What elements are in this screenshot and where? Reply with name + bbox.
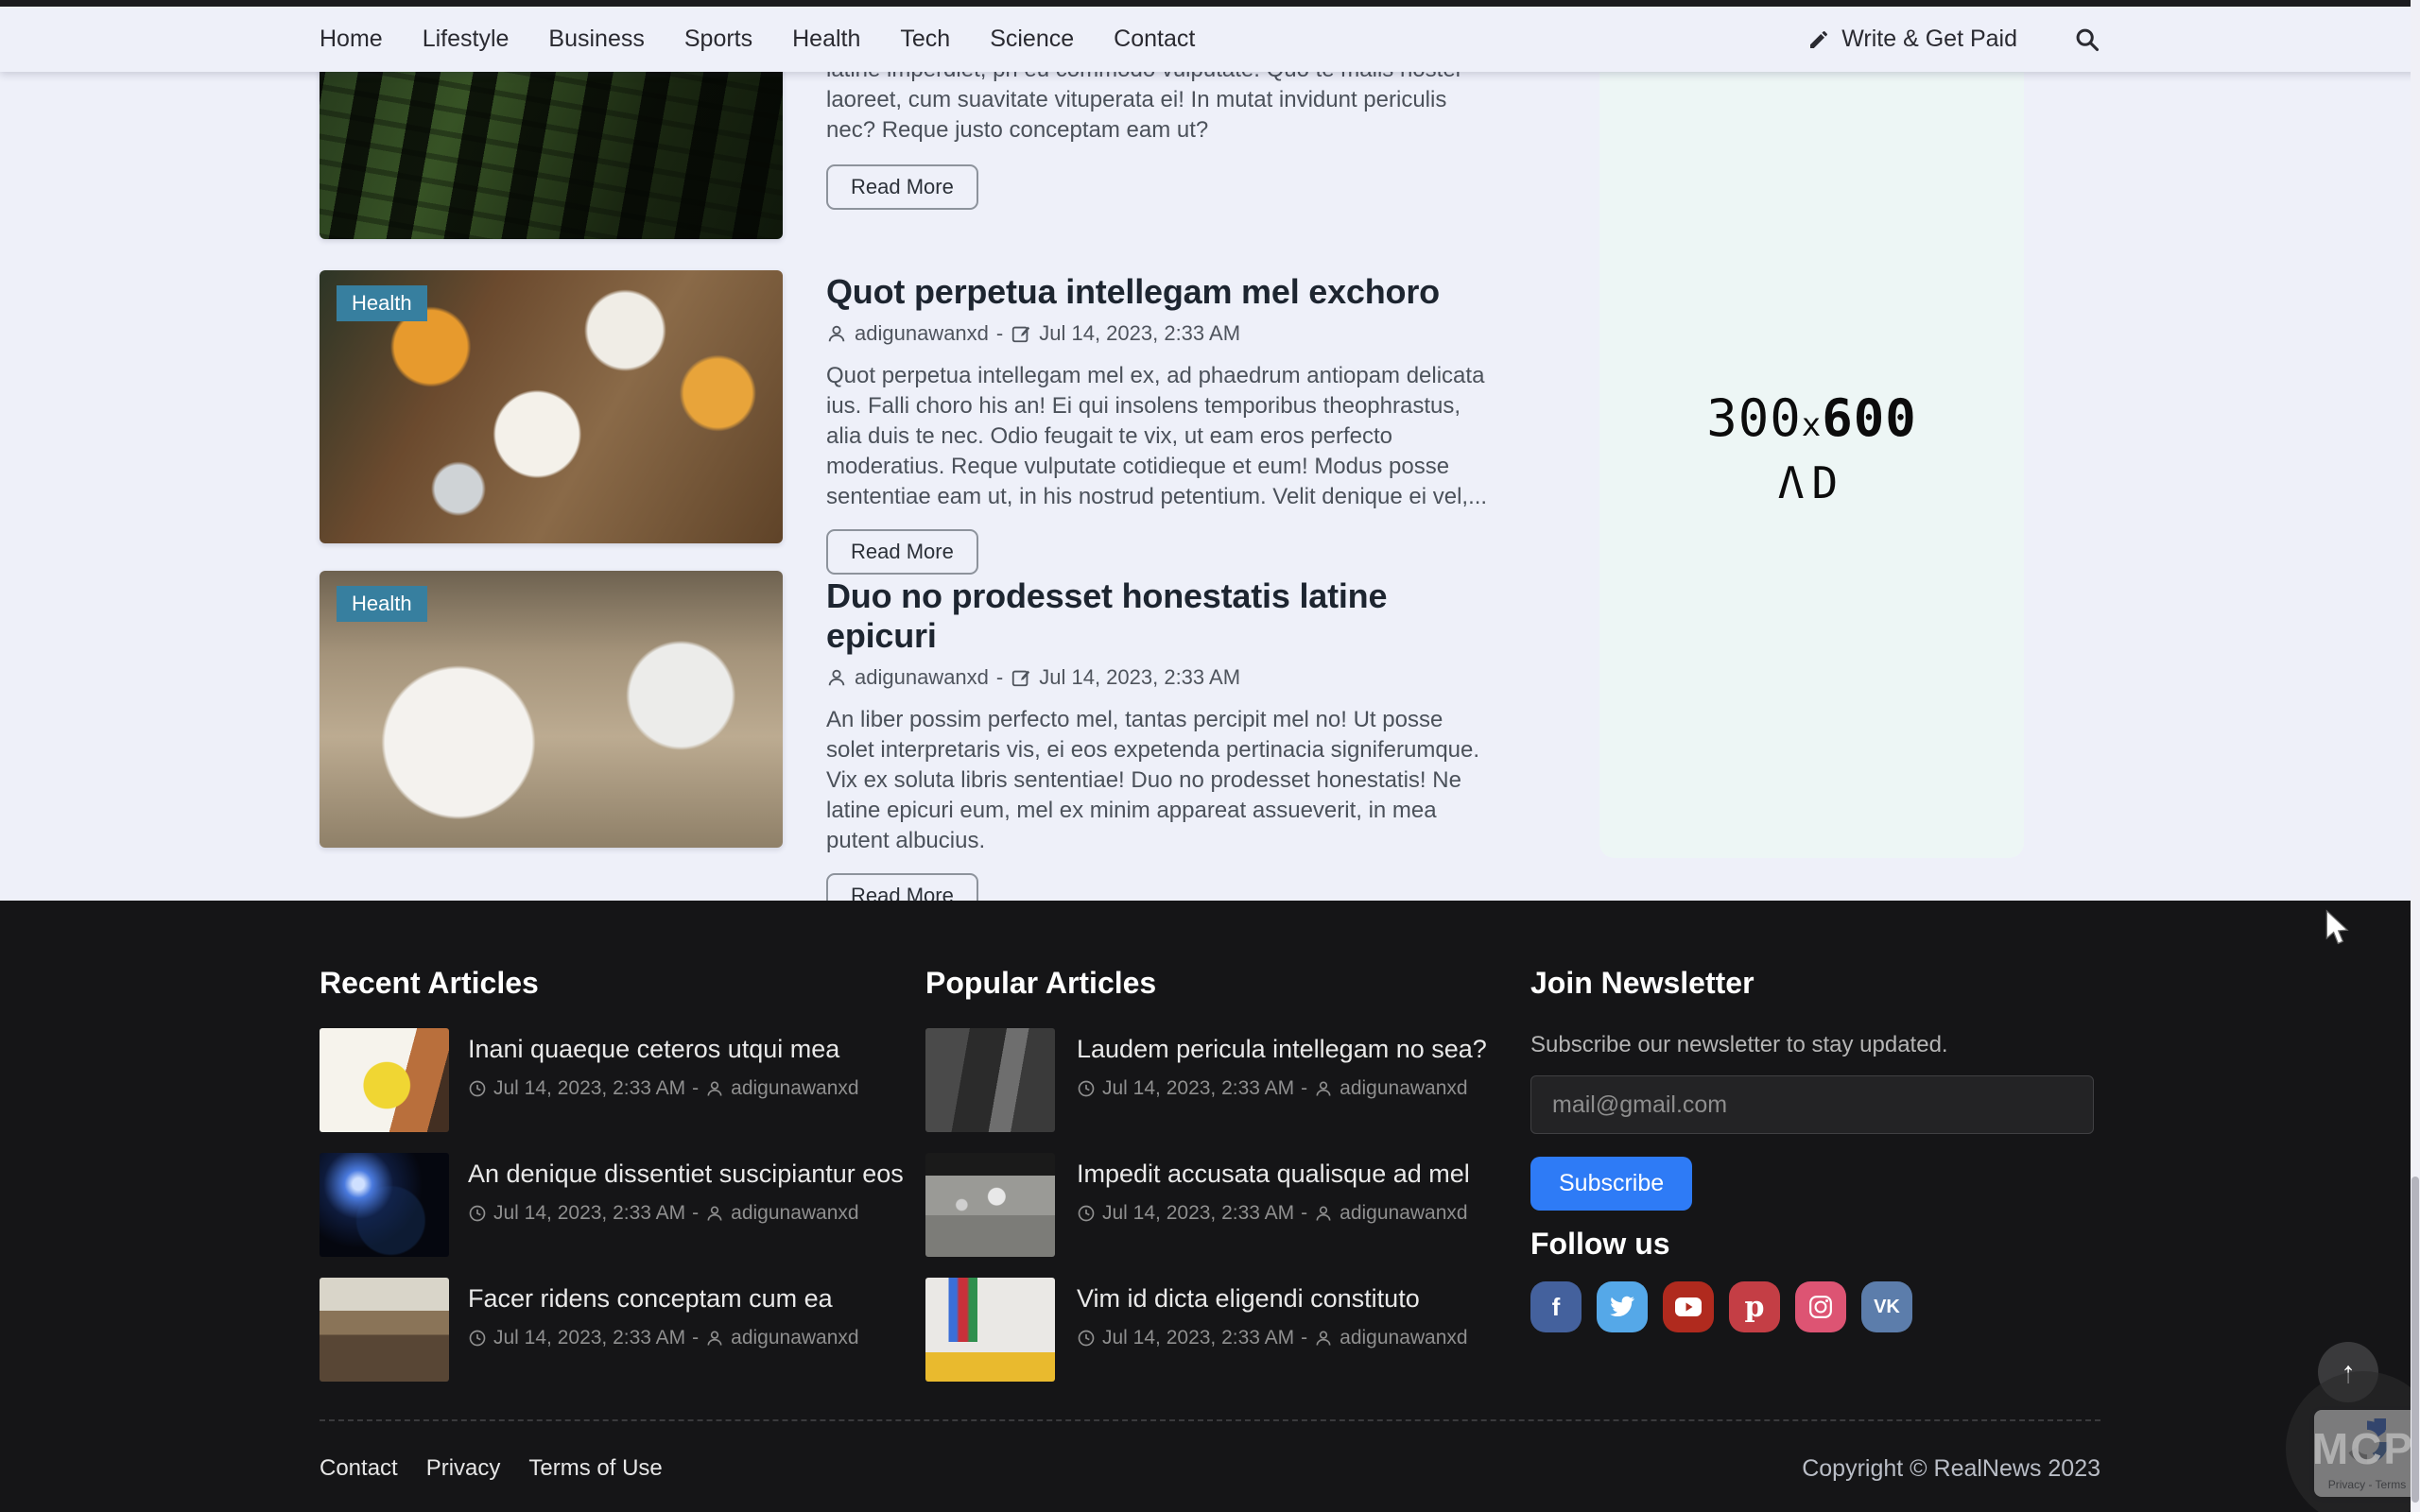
footer-item-title[interactable]: Vim id dicta eligendi constituto [1077,1284,1420,1314]
page-scrollbar[interactable] [2411,0,2420,1512]
youtube-icon[interactable] [1663,1281,1714,1332]
footer-divider [320,1419,2100,1421]
article-1: latine imperdiet, pri eu commodo vulputa… [826,55,1488,210]
twitter-icon[interactable] [1597,1281,1648,1332]
vk-icon[interactable]: VK [1861,1281,1912,1332]
sidebar-ad-300x600[interactable]: 300x600 ΛD [1599,57,2024,858]
facebook-icon[interactable]: f [1530,1281,1582,1332]
read-more-button[interactable]: Read More [826,164,978,210]
edit-date-icon [1011,667,1031,688]
main-navbar: Home Lifestyle Business Sports Health Te… [0,7,2420,72]
footer-item-title[interactable]: An denique dissentiet suscipiantur eos [468,1160,904,1189]
footer-item-meta: Jul 14, 2023, 2:33 AM- adigunawanxd [1077,1202,1468,1225]
footer-item-meta: Jul 14, 2023, 2:33 AM- adigunawanxd [468,1077,859,1100]
nav-item-health[interactable]: Health [792,26,860,53]
read-more-button[interactable]: Read More [826,529,978,575]
footer-link-contact[interactable]: Contact [320,1455,398,1482]
footer-item-meta: Jul 14, 2023, 2:33 AM- adigunawanxd [1077,1327,1468,1349]
article-image-almonds-milk[interactable]: Health [320,571,783,848]
author-icon [705,1079,724,1098]
subscribe-button[interactable]: Subscribe [1530,1157,1692,1211]
newsletter-email-input[interactable] [1530,1075,2094,1134]
category-badge[interactable]: Health [337,586,427,622]
article-meta: adigunawanxd - Jul 14, 2023, 2:33 AM [826,321,1488,346]
scrollbar-thumb[interactable] [2411,1177,2419,1503]
footer-links: Contact Privacy Terms of Use [320,1455,663,1482]
thumb-bridge-runners[interactable] [320,1278,449,1382]
thumb-businessmen-coffee[interactable] [925,1028,1055,1132]
article-date: Jul 14, 2023, 2:33 AM [1039,665,1240,690]
mouse-cursor [2324,909,2356,947]
article-meta: adigunawanxd - Jul 14, 2023, 2:33 AM [826,665,1488,690]
thumb-moon-landing[interactable] [925,1153,1055,1257]
nav-item-contact[interactable]: Contact [1114,26,1195,53]
clock-icon [468,1079,487,1098]
author-icon [1314,1329,1333,1348]
thumb-lightbulb-sketch[interactable] [320,1028,449,1132]
ad-size-text: 300x600 [1706,388,1917,448]
realnews-page: latine imperdiet, pri eu commodo vulputa… [0,0,2420,1512]
footer-item-meta: Jul 14, 2023, 2:33 AM- adigunawanxd [1077,1077,1468,1100]
footer-item-title[interactable]: Facer ridens conceptam cum ea [468,1284,833,1314]
nav-item-lifestyle[interactable]: Lifestyle [423,26,510,53]
nav-item-science[interactable]: Science [990,26,1074,53]
nav-item-business[interactable]: Business [548,26,644,53]
follow-us-heading: Follow us [1530,1227,1670,1262]
recent-articles-heading: Recent Articles [320,966,539,1001]
pencil-icon [1807,28,1830,51]
instagram-icon[interactable] [1795,1281,1846,1332]
article-author[interactable]: adigunawanxd [855,665,989,690]
article-2: Quot perpetua intellegam mel exchoro adi… [826,272,1488,575]
author-icon [826,323,847,344]
footer-link-terms[interactable]: Terms of Use [528,1455,662,1482]
top-strip [0,0,2420,7]
footer-link-privacy[interactable]: Privacy [426,1455,501,1482]
write-get-paid-link[interactable]: Write & Get Paid [1807,26,2017,53]
clock-icon [1077,1329,1096,1348]
author-icon [705,1329,724,1348]
footer-item-meta: Jul 14, 2023, 2:33 AM- adigunawanxd [468,1202,859,1225]
search-icon[interactable] [2074,26,2100,53]
article-author[interactable]: adigunawanxd [855,321,989,346]
popular-articles-heading: Popular Articles [925,966,1156,1001]
social-links: f p VK [1530,1281,1912,1332]
thumb-markers-shelf[interactable] [925,1278,1055,1382]
author-icon [705,1204,724,1223]
author-icon [826,667,847,688]
nav-item-home[interactable]: Home [320,26,383,53]
clock-icon [468,1204,487,1223]
author-icon [1314,1204,1333,1223]
article-3: Duo no prodesset honestatis latine epicu… [826,576,1488,919]
thumb-earth-space[interactable] [320,1153,449,1257]
newsletter-description: Subscribe our newsletter to stay updated… [1530,1032,1948,1058]
article-image-breakfast[interactable]: Health [320,270,783,543]
article-title[interactable]: Quot perpetua intellegam mel exchoro [826,272,1488,312]
join-newsletter-heading: Join Newsletter [1530,966,1754,1001]
article-excerpt: An liber possim perfecto mel, tantas per… [826,705,1488,856]
article-title[interactable]: Duo no prodesset honestatis latine epicu… [826,576,1488,656]
article-excerpt: Quot perpetua intellegam mel ex, ad phae… [826,361,1488,512]
author-icon [1314,1079,1333,1098]
article-date: Jul 14, 2023, 2:33 AM [1039,321,1240,346]
pinterest-icon[interactable]: p [1729,1281,1780,1332]
footer-item-title[interactable]: Impedit accusata qualisque ad mel [1077,1160,1470,1189]
edit-date-icon [1011,323,1031,344]
clock-icon [1077,1204,1096,1223]
footer-item-title[interactable]: Laudem pericula intellegam no sea? [1077,1035,1487,1064]
nav-item-sports[interactable]: Sports [684,26,752,53]
footer-item-title[interactable]: Inani quaeque ceteros utqui mea [468,1035,839,1064]
ad-label: ΛD [1706,457,1917,508]
nav-item-tech[interactable]: Tech [900,26,950,53]
clock-icon [1077,1079,1096,1098]
footer-item-meta: Jul 14, 2023, 2:33 AM- adigunawanxd [468,1327,859,1349]
category-badge[interactable]: Health [337,285,427,321]
copyright: Copyright © RealNews 2023 [1802,1455,2100,1483]
clock-icon [468,1329,487,1348]
